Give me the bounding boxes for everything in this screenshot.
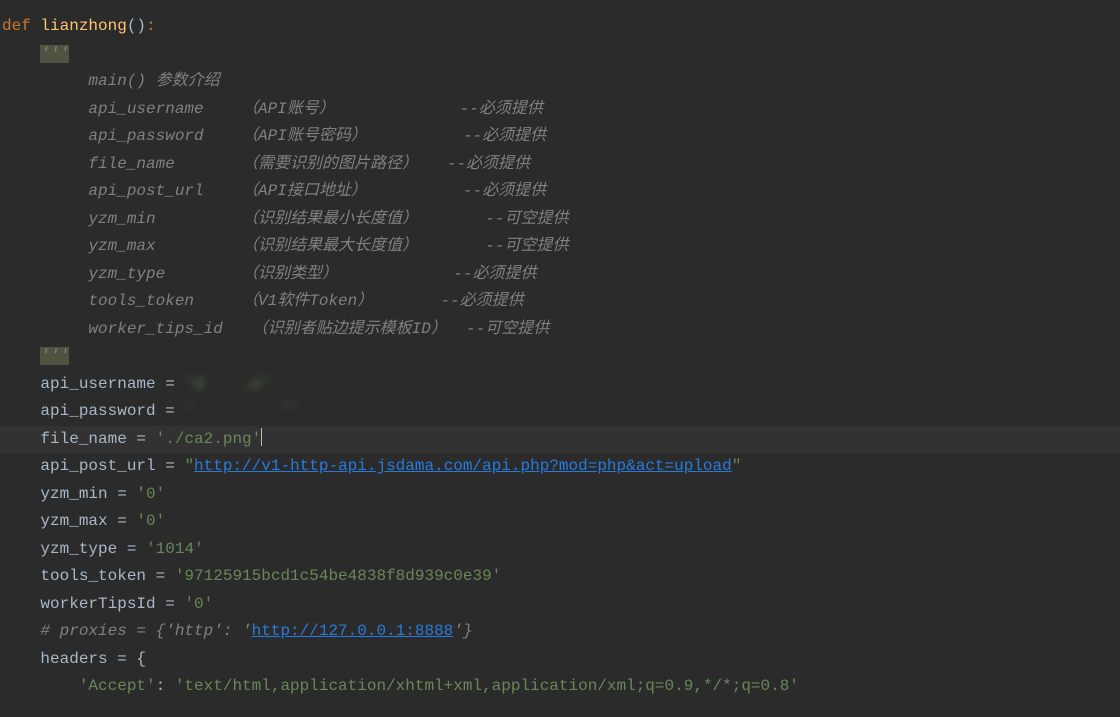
cursor <box>261 428 262 446</box>
line-def: def lianzhong(): <box>0 13 1120 41</box>
line-api-password: api_password = ' '' <box>0 398 1120 426</box>
line-yzm-min: yzm_min = '0' <box>0 481 1120 509</box>
line-tools-token: tools_token = '97125915bcd1c54be4838f8d9… <box>0 563 1120 591</box>
line-doc-1: api_username （API账号） --必须提供 <box>0 96 1120 124</box>
line-doc-2: api_password （API账号密码） --必须提供 <box>0 123 1120 151</box>
line-doc-4: api_post_url （API接口地址） --必须提供 <box>0 178 1120 206</box>
line-doc-8: tools_token （V1软件Token） --必须提供 <box>0 288 1120 316</box>
parens: () <box>127 17 146 35</box>
colon: : <box>146 17 156 35</box>
line-worker-tips-id: workerTipsId = '0' <box>0 591 1120 619</box>
line-doc-9: worker_tips_id （识别者贴边提示模板ID） --可空提供 <box>0 316 1120 344</box>
line-headers: headers = { <box>0 646 1120 674</box>
line-doc-0: main() 参数介绍 <box>0 68 1120 96</box>
line-proxies-comment: # proxies = {'http': 'http://127.0.0.1:8… <box>0 618 1120 646</box>
line-yzm-type: yzm_type = '1014' <box>0 536 1120 564</box>
code-editor[interactable]: def lianzhong(): ''' main() 参数介绍 api_use… <box>0 13 1120 701</box>
keyword-def: def <box>2 17 40 35</box>
line-accept: 'Accept': 'text/html,application/xhtml+x… <box>0 673 1120 701</box>
proxies-url-link[interactable]: http://127.0.0.1:8888 <box>252 622 454 640</box>
line-file-name: file_name = './ca2.png' <box>0 426 1120 454</box>
line-doc-3: file_name （需要识别的图片路径） --必须提供 <box>0 151 1120 179</box>
line-doc-7: yzm_type （识别类型） --必须提供 <box>0 261 1120 289</box>
line-doc-5: yzm_min （识别结果最小长度值） --可空提供 <box>0 206 1120 234</box>
url-link[interactable]: http://v1-http-api.jsdama.com/api.php?mo… <box>194 457 732 475</box>
func-name: lianzhong <box>40 17 126 35</box>
line-doc-6: yzm_max （识别结果最大长度值） --可空提供 <box>0 233 1120 261</box>
line-yzm-max: yzm_max = '0' <box>0 508 1120 536</box>
line-api-post-url: api_post_url = "http://v1-http-api.jsdam… <box>0 453 1120 481</box>
line-docstring-open: ''' <box>0 41 1120 69</box>
line-docstring-close: ''' <box>0 343 1120 371</box>
line-api-username: api_username = 'd .o' <box>0 371 1120 399</box>
